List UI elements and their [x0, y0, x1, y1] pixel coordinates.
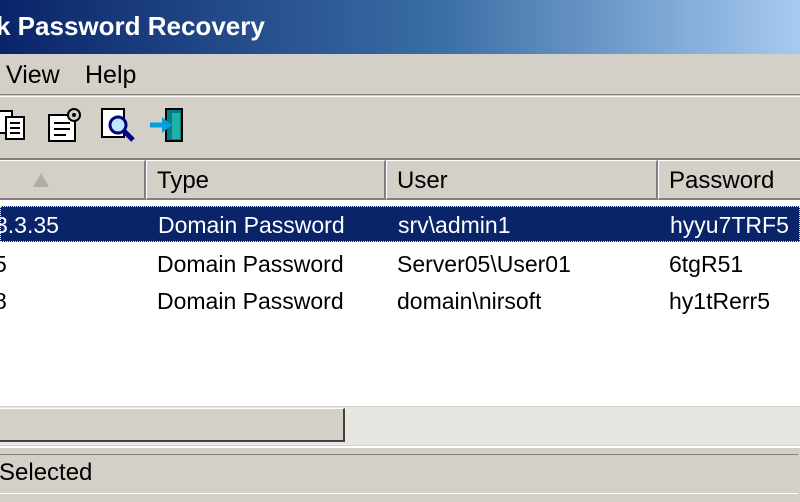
copy-icon: [0, 110, 25, 140]
cell-item: 5: [0, 251, 7, 277]
table-row[interactable]: 5 Domain Password Server05\User01 6tgR51: [0, 246, 800, 282]
cell-type: Domain Password: [158, 212, 345, 238]
menu-help-label: Help: [85, 61, 137, 89]
menu-view[interactable]: View: [2, 59, 64, 92]
horizontal-scrollbar[interactable]: [0, 406, 800, 445]
status-panel: Selected: [0, 454, 798, 494]
cell-type: Domain Password: [157, 288, 344, 314]
menu-help[interactable]: Help: [81, 59, 140, 92]
properties-icon: [48, 108, 81, 142]
exit-icon: [150, 108, 183, 142]
cell-user: domain\nirsoft: [397, 288, 542, 314]
properties-button[interactable]: [44, 105, 84, 145]
column-header-item[interactable]: [0, 160, 146, 200]
cell-password: 6tgR51: [669, 251, 744, 277]
column-header-user[interactable]: User: [386, 160, 658, 200]
cell-password: hy1tRerr5: [669, 288, 770, 314]
sort-ascending-icon: [33, 173, 49, 187]
cell-user: Server05\User01: [397, 251, 571, 277]
table-row[interactable]: 3.3.35 Domain Password srv\admin1 hyyu7T…: [0, 206, 800, 242]
scrollbar-thumb[interactable]: [0, 408, 345, 442]
cell-item: 8: [0, 288, 7, 314]
status-bar: Selected: [0, 446, 800, 502]
results-list[interactable]: Type User Password 3.3.35 Domain Passwor…: [0, 158, 800, 408]
copy-button[interactable]: [0, 105, 30, 145]
column-header-password-label: Password: [669, 167, 775, 194]
toolbar: [0, 96, 800, 155]
exit-button[interactable]: [148, 105, 188, 145]
cell-item: 3.3.35: [0, 212, 59, 238]
table-row[interactable]: 8 Domain Password domain\nirsoft hy1tRer…: [0, 283, 800, 319]
find-button[interactable]: [98, 105, 138, 145]
column-header-type-label: Type: [157, 167, 210, 194]
title-bar[interactable]: k Password Recovery: [0, 0, 800, 54]
find-icon: [101, 108, 135, 142]
column-header-password[interactable]: Password: [658, 160, 800, 200]
list-header: Type User Password: [0, 160, 800, 204]
window-title: k Password Recovery: [0, 11, 265, 41]
status-text: Selected: [0, 459, 93, 486]
column-header-type[interactable]: Type: [146, 160, 386, 200]
cell-user: srv\admin1: [398, 212, 511, 238]
cell-type: Domain Password: [157, 251, 344, 277]
cell-password: hyyu7TRF5: [670, 212, 789, 238]
menu-bar: View Help: [0, 54, 800, 95]
column-header-user-label: User: [397, 167, 448, 194]
menu-view-label: View: [6, 61, 60, 89]
